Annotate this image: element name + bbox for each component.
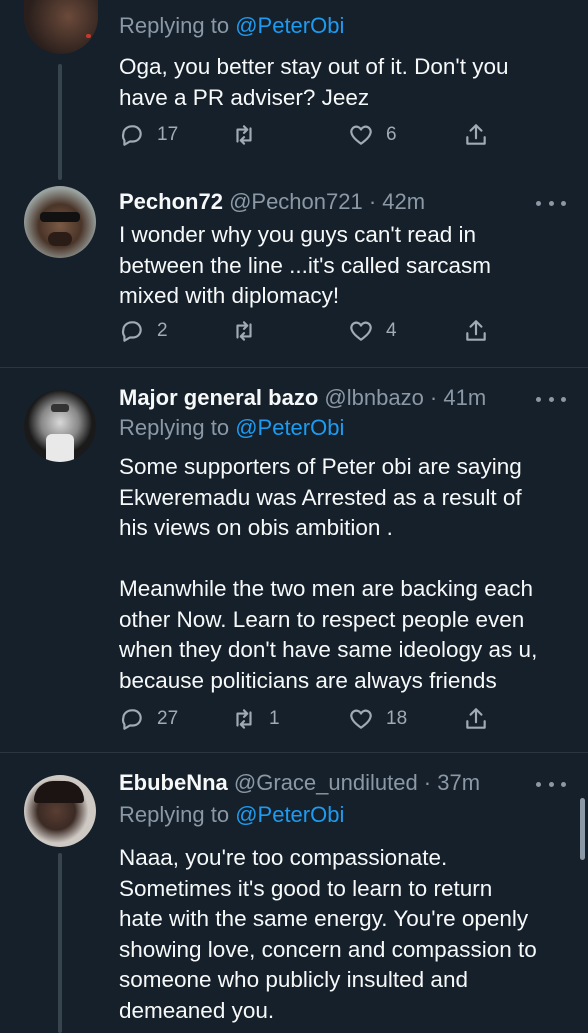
- replying-to: Replying to @PeterObi: [119, 13, 345, 38]
- reply-button[interactable]: 2: [119, 316, 168, 346]
- heart-icon: [350, 125, 372, 145]
- retweet-count: 1: [269, 708, 280, 729]
- tweet-actions: 27 1 18: [119, 704, 499, 734]
- display-name[interactable]: Pechon72: [119, 189, 223, 214]
- like-button[interactable]: 18: [348, 704, 407, 734]
- thread-line: [58, 64, 62, 180]
- share-button[interactable]: [463, 120, 489, 150]
- avatar[interactable]: [24, 0, 98, 54]
- handle-time: @Grace_undiluted · 37m: [233, 770, 481, 795]
- share-button[interactable]: [463, 704, 489, 734]
- heart-icon: [350, 709, 372, 729]
- share-icon: [466, 708, 486, 729]
- retweet-button[interactable]: 1: [231, 704, 280, 734]
- mention-link[interactable]: @PeterObi: [235, 13, 344, 38]
- retweet-button[interactable]: [231, 120, 257, 150]
- tweet-text: Some supporters of Peter obi are saying …: [119, 454, 538, 693]
- tweet-header: Pechon72 @Pechon721 · 42m: [119, 188, 425, 216]
- tweet-header: Major general bazo @lbnbazo · 41m: [119, 384, 486, 412]
- thread-line: [58, 853, 62, 1033]
- tweet-text: Naaa, you're too compassionate. Sometime…: [119, 845, 537, 1023]
- tweet-actions: 2 4: [119, 316, 499, 346]
- tweet-2[interactable]: Pechon72 @Pechon721 · 42m I wonder why y…: [0, 178, 588, 366]
- reply-count: 2: [157, 320, 168, 341]
- tweet-4[interactable]: EbubeNna @Grace_undiluted · 37m Replying…: [0, 753, 588, 1033]
- heart-icon: [350, 321, 372, 341]
- replying-to: Replying to @PeterObi: [119, 415, 345, 440]
- tweet-1[interactable]: Replying to @PeterObi Oga, you better st…: [0, 0, 588, 180]
- reply-icon: [121, 125, 142, 146]
- retweet-icon: [236, 321, 252, 341]
- like-count: 6: [386, 124, 397, 145]
- handle-time: @lbnbazo · 41m: [324, 385, 487, 410]
- tweet-3[interactable]: Major general bazo @lbnbazo · 41m Replyi…: [0, 368, 588, 752]
- tweet-header: EbubeNna @Grace_undiluted · 37m: [119, 769, 480, 797]
- display-name[interactable]: EbubeNna: [119, 770, 228, 795]
- scrollbar[interactable]: [580, 798, 585, 860]
- retweet-button[interactable]: [231, 316, 257, 346]
- share-icon: [466, 320, 486, 341]
- like-button[interactable]: 6: [348, 120, 397, 150]
- avatar[interactable]: [24, 775, 96, 847]
- more-options-icon[interactable]: [536, 392, 566, 406]
- like-button[interactable]: 4: [348, 316, 397, 346]
- share-button[interactable]: [463, 316, 489, 346]
- retweet-icon: [236, 709, 252, 729]
- reply-button[interactable]: 17: [119, 120, 178, 150]
- share-icon: [466, 124, 486, 145]
- like-count: 4: [386, 320, 397, 341]
- mention-link[interactable]: @PeterObi: [235, 802, 344, 827]
- reply-icon: [121, 321, 142, 342]
- tweet-actions: 17 6: [119, 120, 499, 150]
- reply-count: 17: [157, 124, 179, 145]
- reply-icon: [121, 709, 142, 730]
- tweet-text: I wonder why you guys can't read in betw…: [119, 222, 491, 308]
- retweet-icon: [236, 125, 252, 145]
- more-options-icon[interactable]: [536, 196, 566, 210]
- avatar[interactable]: [24, 186, 96, 258]
- mention-link[interactable]: @PeterObi: [235, 415, 344, 440]
- avatar[interactable]: [24, 390, 96, 462]
- display-name[interactable]: Major general bazo: [119, 385, 318, 410]
- replying-to: Replying to @PeterObi: [119, 802, 345, 827]
- reply-count: 27: [157, 708, 179, 729]
- tweet-text: Oga, you better stay out of it. Don't yo…: [119, 54, 509, 110]
- more-options-icon[interactable]: [536, 777, 566, 791]
- reply-button[interactable]: 27: [119, 704, 178, 734]
- like-count: 18: [386, 708, 408, 729]
- handle-time: @Pechon721 · 42m: [229, 189, 426, 214]
